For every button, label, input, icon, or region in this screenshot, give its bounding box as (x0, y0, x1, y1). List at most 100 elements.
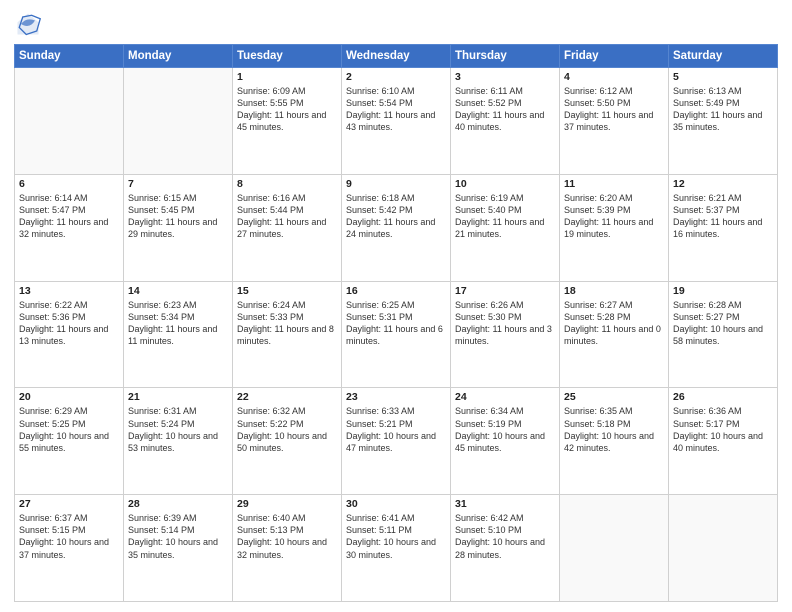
calendar-cell: 1 Sunrise: 6:09 AM Sunset: 5:55 PM Daylig… (233, 68, 342, 175)
calendar-cell: 10 Sunrise: 6:19 AM Sunset: 5:40 PM Dayli… (451, 174, 560, 281)
day-info: Sunrise: 6:26 AM Sunset: 5:30 PM Dayligh… (455, 299, 555, 348)
day-number: 14 (128, 285, 228, 297)
calendar-cell: 17 Sunrise: 6:26 AM Sunset: 5:30 PM Dayli… (451, 281, 560, 388)
day-number: 12 (673, 178, 773, 190)
calendar-cell (560, 495, 669, 602)
day-number: 23 (346, 391, 446, 403)
day-number: 6 (19, 178, 119, 190)
calendar-body: 1 Sunrise: 6:09 AM Sunset: 5:55 PM Daylig… (15, 68, 778, 602)
calendar-week-row: 20Sunrise: 6:29 AM Sunset: 5:25 PM Dayli… (15, 388, 778, 495)
calendar-cell (124, 68, 233, 175)
calendar-cell: 23 Sunrise: 6:33 AM Sunset: 5:21 PM Dayli… (342, 388, 451, 495)
day-info: Sunrise: 6:14 AM Sunset: 5:47 PM Dayligh… (19, 192, 119, 241)
day-info: Sunrise: 6:34 AM Sunset: 5:19 PM Dayligh… (455, 405, 555, 454)
calendar-cell: 24Sunrise: 6:34 AM Sunset: 5:19 PM Dayli… (451, 388, 560, 495)
calendar-cell: 27 Sunrise: 6:37 AM Sunset: 5:15 PM Dayli… (15, 495, 124, 602)
day-info: Sunrise: 6:27 AM Sunset: 5:28 PM Dayligh… (564, 299, 664, 348)
calendar-cell: 7 Sunrise: 6:15 AM Sunset: 5:45 PM Daylig… (124, 174, 233, 281)
calendar-cell: 14 Sunrise: 6:23 AM Sunset: 5:34 PM Dayli… (124, 281, 233, 388)
day-info: Sunrise: 6:13 AM Sunset: 5:49 PM Dayligh… (673, 85, 773, 134)
calendar-cell: 30 Sunrise: 6:41 AM Sunset: 5:11 PM Dayli… (342, 495, 451, 602)
calendar-week-row: 1 Sunrise: 6:09 AM Sunset: 5:55 PM Daylig… (15, 68, 778, 175)
calendar-cell: 4 Sunrise: 6:12 AM Sunset: 5:50 PM Daylig… (560, 68, 669, 175)
day-info: Sunrise: 6:40 AM Sunset: 5:13 PM Dayligh… (237, 512, 337, 561)
logo-icon (14, 10, 42, 38)
calendar-cell: 2Sunrise: 6:10 AM Sunset: 5:54 PM Daylig… (342, 68, 451, 175)
day-number: 15 (237, 285, 337, 297)
calendar-cell: 6 Sunrise: 6:14 AM Sunset: 5:47 PM Daylig… (15, 174, 124, 281)
day-number: 4 (564, 71, 664, 83)
day-info: Sunrise: 6:41 AM Sunset: 5:11 PM Dayligh… (346, 512, 446, 561)
day-info: Sunrise: 6:31 AM Sunset: 5:24 PM Dayligh… (128, 405, 228, 454)
day-number: 31 (455, 498, 555, 510)
calendar-cell: 3Sunrise: 6:11 AM Sunset: 5:52 PM Daylig… (451, 68, 560, 175)
logo (14, 10, 46, 38)
day-info: Sunrise: 6:39 AM Sunset: 5:14 PM Dayligh… (128, 512, 228, 561)
weekday-header-tuesday: Tuesday (233, 45, 342, 68)
day-number: 10 (455, 178, 555, 190)
day-info: Sunrise: 6:19 AM Sunset: 5:40 PM Dayligh… (455, 192, 555, 241)
header (14, 10, 778, 38)
day-number: 16 (346, 285, 446, 297)
day-number: 8 (237, 178, 337, 190)
calendar-cell: 11 Sunrise: 6:20 AM Sunset: 5:39 PM Dayli… (560, 174, 669, 281)
calendar-header: SundayMondayTuesdayWednesdayThursdayFrid… (15, 45, 778, 68)
day-number: 26 (673, 391, 773, 403)
day-info: Sunrise: 6:28 AM Sunset: 5:27 PM Dayligh… (673, 299, 773, 348)
calendar-cell: 29 Sunrise: 6:40 AM Sunset: 5:13 PM Dayli… (233, 495, 342, 602)
calendar-cell: 12 Sunrise: 6:21 AM Sunset: 5:37 PM Dayli… (669, 174, 778, 281)
day-info: Sunrise: 6:21 AM Sunset: 5:37 PM Dayligh… (673, 192, 773, 241)
calendar-cell: 21Sunrise: 6:31 AM Sunset: 5:24 PM Dayli… (124, 388, 233, 495)
day-info: Sunrise: 6:29 AM Sunset: 5:25 PM Dayligh… (19, 405, 119, 454)
day-info: Sunrise: 6:32 AM Sunset: 5:22 PM Dayligh… (237, 405, 337, 454)
day-number: 25 (564, 391, 664, 403)
day-number: 17 (455, 285, 555, 297)
calendar-cell: 28 Sunrise: 6:39 AM Sunset: 5:14 PM Dayli… (124, 495, 233, 602)
calendar-table: SundayMondayTuesdayWednesdayThursdayFrid… (14, 44, 778, 602)
day-info: Sunrise: 6:23 AM Sunset: 5:34 PM Dayligh… (128, 299, 228, 348)
calendar-cell: 20Sunrise: 6:29 AM Sunset: 5:25 PM Dayli… (15, 388, 124, 495)
weekday-header-thursday: Thursday (451, 45, 560, 68)
day-info: Sunrise: 6:42 AM Sunset: 5:10 PM Dayligh… (455, 512, 555, 561)
day-info: Sunrise: 6:18 AM Sunset: 5:42 PM Dayligh… (346, 192, 446, 241)
calendar-container: SundayMondayTuesdayWednesdayThursdayFrid… (0, 0, 792, 612)
day-number: 7 (128, 178, 228, 190)
day-number: 28 (128, 498, 228, 510)
day-info: Sunrise: 6:20 AM Sunset: 5:39 PM Dayligh… (564, 192, 664, 241)
day-number: 9 (346, 178, 446, 190)
day-info: Sunrise: 6:37 AM Sunset: 5:15 PM Dayligh… (19, 512, 119, 561)
day-number: 3 (455, 71, 555, 83)
calendar-cell: 13Sunrise: 6:22 AM Sunset: 5:36 PM Dayli… (15, 281, 124, 388)
calendar-cell: 16 Sunrise: 6:25 AM Sunset: 5:31 PM Dayli… (342, 281, 451, 388)
day-number: 1 (237, 71, 337, 83)
calendar-week-row: 27 Sunrise: 6:37 AM Sunset: 5:15 PM Dayli… (15, 495, 778, 602)
day-info: Sunrise: 6:09 AM Sunset: 5:55 PM Dayligh… (237, 85, 337, 134)
day-number: 22 (237, 391, 337, 403)
day-number: 11 (564, 178, 664, 190)
weekday-header-monday: Monday (124, 45, 233, 68)
day-info: Sunrise: 6:15 AM Sunset: 5:45 PM Dayligh… (128, 192, 228, 241)
weekday-header-saturday: Saturday (669, 45, 778, 68)
day-info: Sunrise: 6:12 AM Sunset: 5:50 PM Dayligh… (564, 85, 664, 134)
day-number: 19 (673, 285, 773, 297)
day-number: 30 (346, 498, 446, 510)
calendar-cell (669, 495, 778, 602)
day-info: Sunrise: 6:10 AM Sunset: 5:54 PM Dayligh… (346, 85, 446, 134)
calendar-cell: 19 Sunrise: 6:28 AM Sunset: 5:27 PM Dayli… (669, 281, 778, 388)
day-number: 5 (673, 71, 773, 83)
calendar-cell: 25Sunrise: 6:35 AM Sunset: 5:18 PM Dayli… (560, 388, 669, 495)
day-info: Sunrise: 6:36 AM Sunset: 5:17 PM Dayligh… (673, 405, 773, 454)
day-info: Sunrise: 6:16 AM Sunset: 5:44 PM Dayligh… (237, 192, 337, 241)
day-number: 18 (564, 285, 664, 297)
calendar-cell: 8 Sunrise: 6:16 AM Sunset: 5:44 PM Daylig… (233, 174, 342, 281)
day-info: Sunrise: 6:24 AM Sunset: 5:33 PM Dayligh… (237, 299, 337, 348)
weekday-header-row: SundayMondayTuesdayWednesdayThursdayFrid… (15, 45, 778, 68)
weekday-header-wednesday: Wednesday (342, 45, 451, 68)
day-info: Sunrise: 6:33 AM Sunset: 5:21 PM Dayligh… (346, 405, 446, 454)
calendar-week-row: 6 Sunrise: 6:14 AM Sunset: 5:47 PM Daylig… (15, 174, 778, 281)
calendar-week-row: 13Sunrise: 6:22 AM Sunset: 5:36 PM Dayli… (15, 281, 778, 388)
day-number: 27 (19, 498, 119, 510)
day-number: 29 (237, 498, 337, 510)
calendar-cell: 18 Sunrise: 6:27 AM Sunset: 5:28 PM Dayli… (560, 281, 669, 388)
day-info: Sunrise: 6:25 AM Sunset: 5:31 PM Dayligh… (346, 299, 446, 348)
